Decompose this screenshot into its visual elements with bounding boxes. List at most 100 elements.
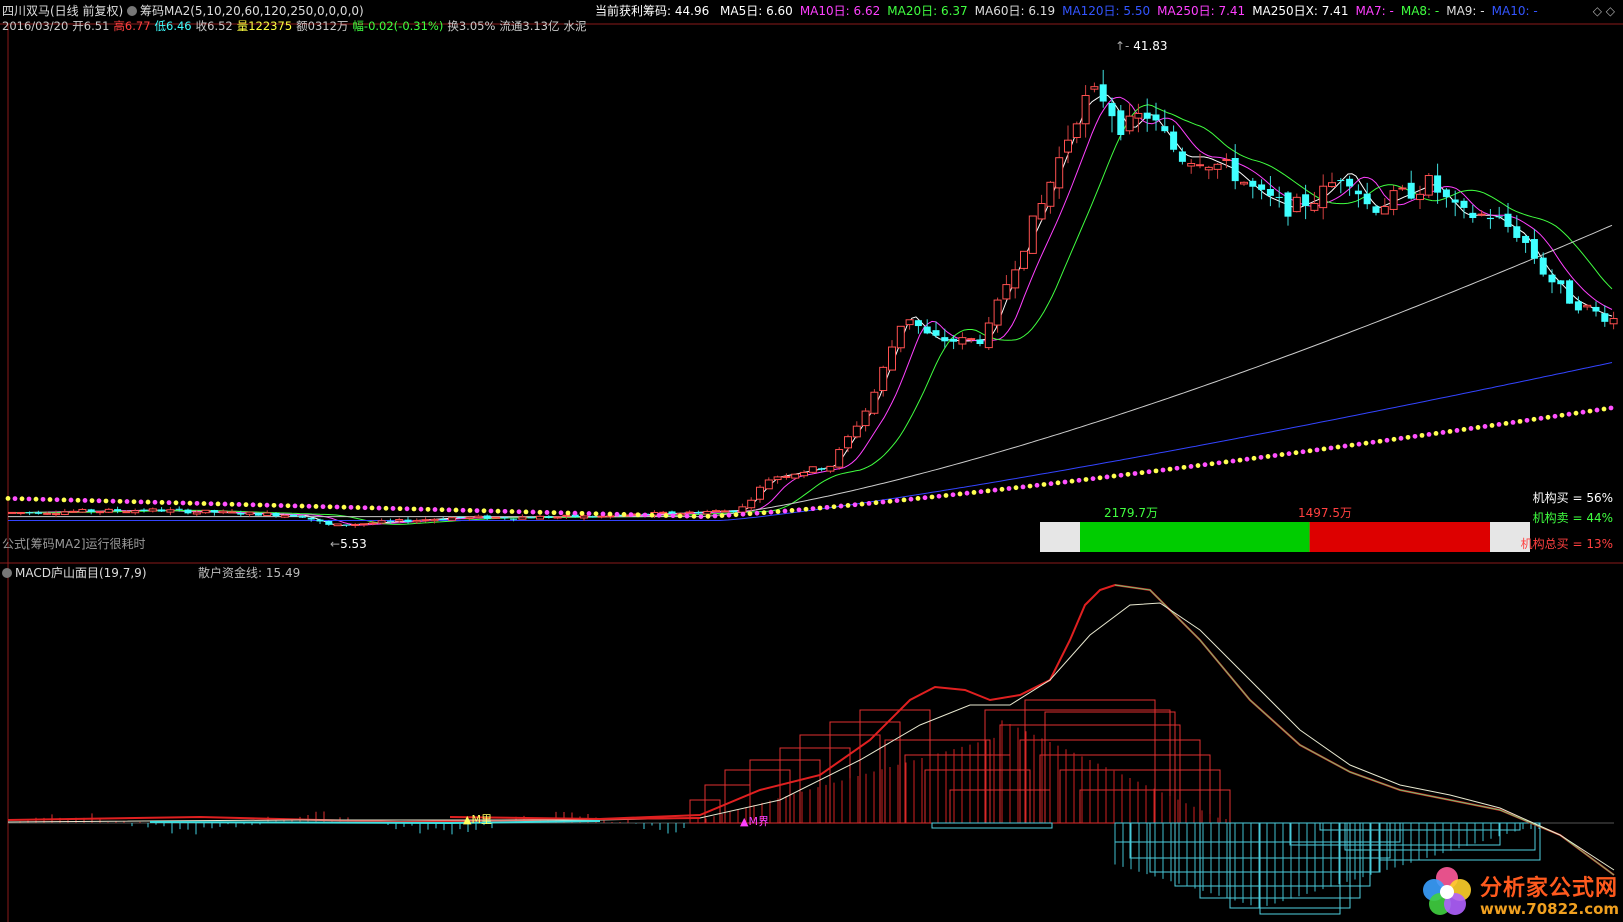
macd-negative-block [1174, 822, 1371, 887]
candle-body [228, 511, 236, 514]
candle-body [1028, 215, 1037, 254]
ma250-dot [82, 498, 88, 503]
candle-body [1346, 178, 1354, 187]
ma250-dot [418, 506, 424, 512]
ma250-dot [1454, 428, 1460, 433]
candle-body [1469, 212, 1477, 219]
ma250-dot [397, 506, 403, 512]
ma250-dot [1293, 450, 1299, 456]
macd-positive-block [984, 709, 1171, 824]
candle-body [958, 337, 967, 345]
candle-body [1143, 112, 1151, 119]
ohlc-item: 2016/03/20 [2, 19, 69, 33]
ma250-dot [19, 496, 25, 502]
candle-body [1380, 206, 1389, 215]
ma-legend-item: MA250日X: 7.41 [1252, 4, 1349, 18]
ma250-dot [579, 510, 585, 516]
flower-logo-icon [1423, 867, 1471, 915]
ma250-dot [733, 512, 739, 518]
ma250-dot [635, 512, 641, 518]
macd-signal-2: ▲M界 [740, 815, 769, 828]
ma250-dot [236, 502, 242, 507]
ma250-dot [1482, 424, 1488, 429]
ma250-dot [1433, 431, 1439, 436]
indicator-toggle-icon[interactable] [127, 6, 138, 16]
ma250-dot [89, 498, 95, 504]
inst-sell-segment [1309, 522, 1490, 552]
candle-body [870, 391, 879, 414]
candle-body [852, 425, 861, 438]
candle-body [342, 524, 350, 526]
candle-body [1486, 217, 1494, 220]
candle-body [254, 512, 262, 516]
ma250-dot [915, 496, 921, 501]
candle-body [1090, 86, 1099, 90]
candle-body [1504, 213, 1512, 227]
ma250-dot [439, 507, 445, 513]
ma250-dot [40, 496, 46, 502]
candle-body [1539, 257, 1547, 275]
ma250-dot [117, 498, 123, 504]
ma250-dot [1531, 416, 1537, 422]
ma-legend: 当前获利筹码: 44.96 MA5日: 6.60 MA10日: 6.62 MA20日… [595, 4, 1545, 18]
ma250-dot [712, 513, 718, 519]
macd-toggle-icon[interactable] [2, 568, 12, 578]
ma250-dot [110, 498, 116, 504]
ma250-dot [1608, 405, 1614, 411]
ma250-dot [810, 506, 816, 512]
candle-body [1424, 175, 1433, 196]
candle-body [1583, 304, 1592, 308]
ma250-dot [376, 505, 382, 511]
ma250-dot [348, 504, 354, 510]
ma250-dot [1160, 467, 1166, 473]
candle-body [43, 512, 52, 515]
ma250-dot [54, 497, 60, 503]
ma-legend-item: MA10: - [1491, 4, 1538, 18]
macd-negative-block [931, 822, 1053, 829]
inst-buy-label: 机构买 = 56% [1532, 491, 1613, 505]
ohlc-item: 低6.46 [154, 19, 192, 33]
candle-body [474, 515, 483, 519]
ma250-dot [901, 497, 907, 503]
ma250-dot [873, 500, 879, 506]
ma250-dot [684, 513, 690, 519]
candle-body [1601, 313, 1609, 322]
profit-chip-label: 当前获利筹码: 44.96 [595, 4, 710, 18]
candle-body [377, 520, 386, 524]
ohlc-item: 开6.51 [72, 19, 110, 33]
candle-body [1434, 175, 1442, 193]
ma250-dot [1384, 437, 1390, 443]
candle-body [8, 511, 16, 514]
candle-body [96, 511, 104, 514]
window-control-icons[interactable]: ◇ ◇ [1593, 4, 1615, 18]
ma250-dot [1601, 406, 1607, 412]
ma250-dot [1181, 464, 1187, 470]
candle-body [694, 512, 702, 514]
ma250-dot [180, 500, 186, 506]
ma250-dot [1468, 426, 1474, 431]
candle-body [175, 508, 183, 510]
panel-dividers [0, 23, 1623, 922]
ma250-dot [642, 512, 648, 518]
ma250-dot [1328, 445, 1334, 451]
ma250-dot [390, 506, 396, 511]
candle-body [1284, 192, 1292, 217]
ma250-dot [1062, 479, 1068, 485]
ma250-dot [1503, 421, 1509, 426]
ma250-dot [1048, 481, 1054, 487]
candle-body [1451, 199, 1459, 203]
ma250-dot [1391, 436, 1397, 442]
candle-body [60, 511, 69, 515]
ma-legend-item: MA250日: 7.41 [1157, 4, 1246, 18]
ma250-dot [1314, 447, 1320, 453]
ma250-dot [68, 497, 74, 503]
ma10-line [8, 96, 1613, 526]
candle-body [703, 511, 712, 515]
candle-body [879, 366, 888, 392]
ma250-dot [768, 509, 774, 515]
ma250-dot [1244, 456, 1250, 462]
ma250-dot [677, 513, 683, 519]
candle-body [738, 506, 747, 513]
ma250-dot [467, 508, 473, 513]
macd-panel-graphics [7, 583, 1615, 915]
